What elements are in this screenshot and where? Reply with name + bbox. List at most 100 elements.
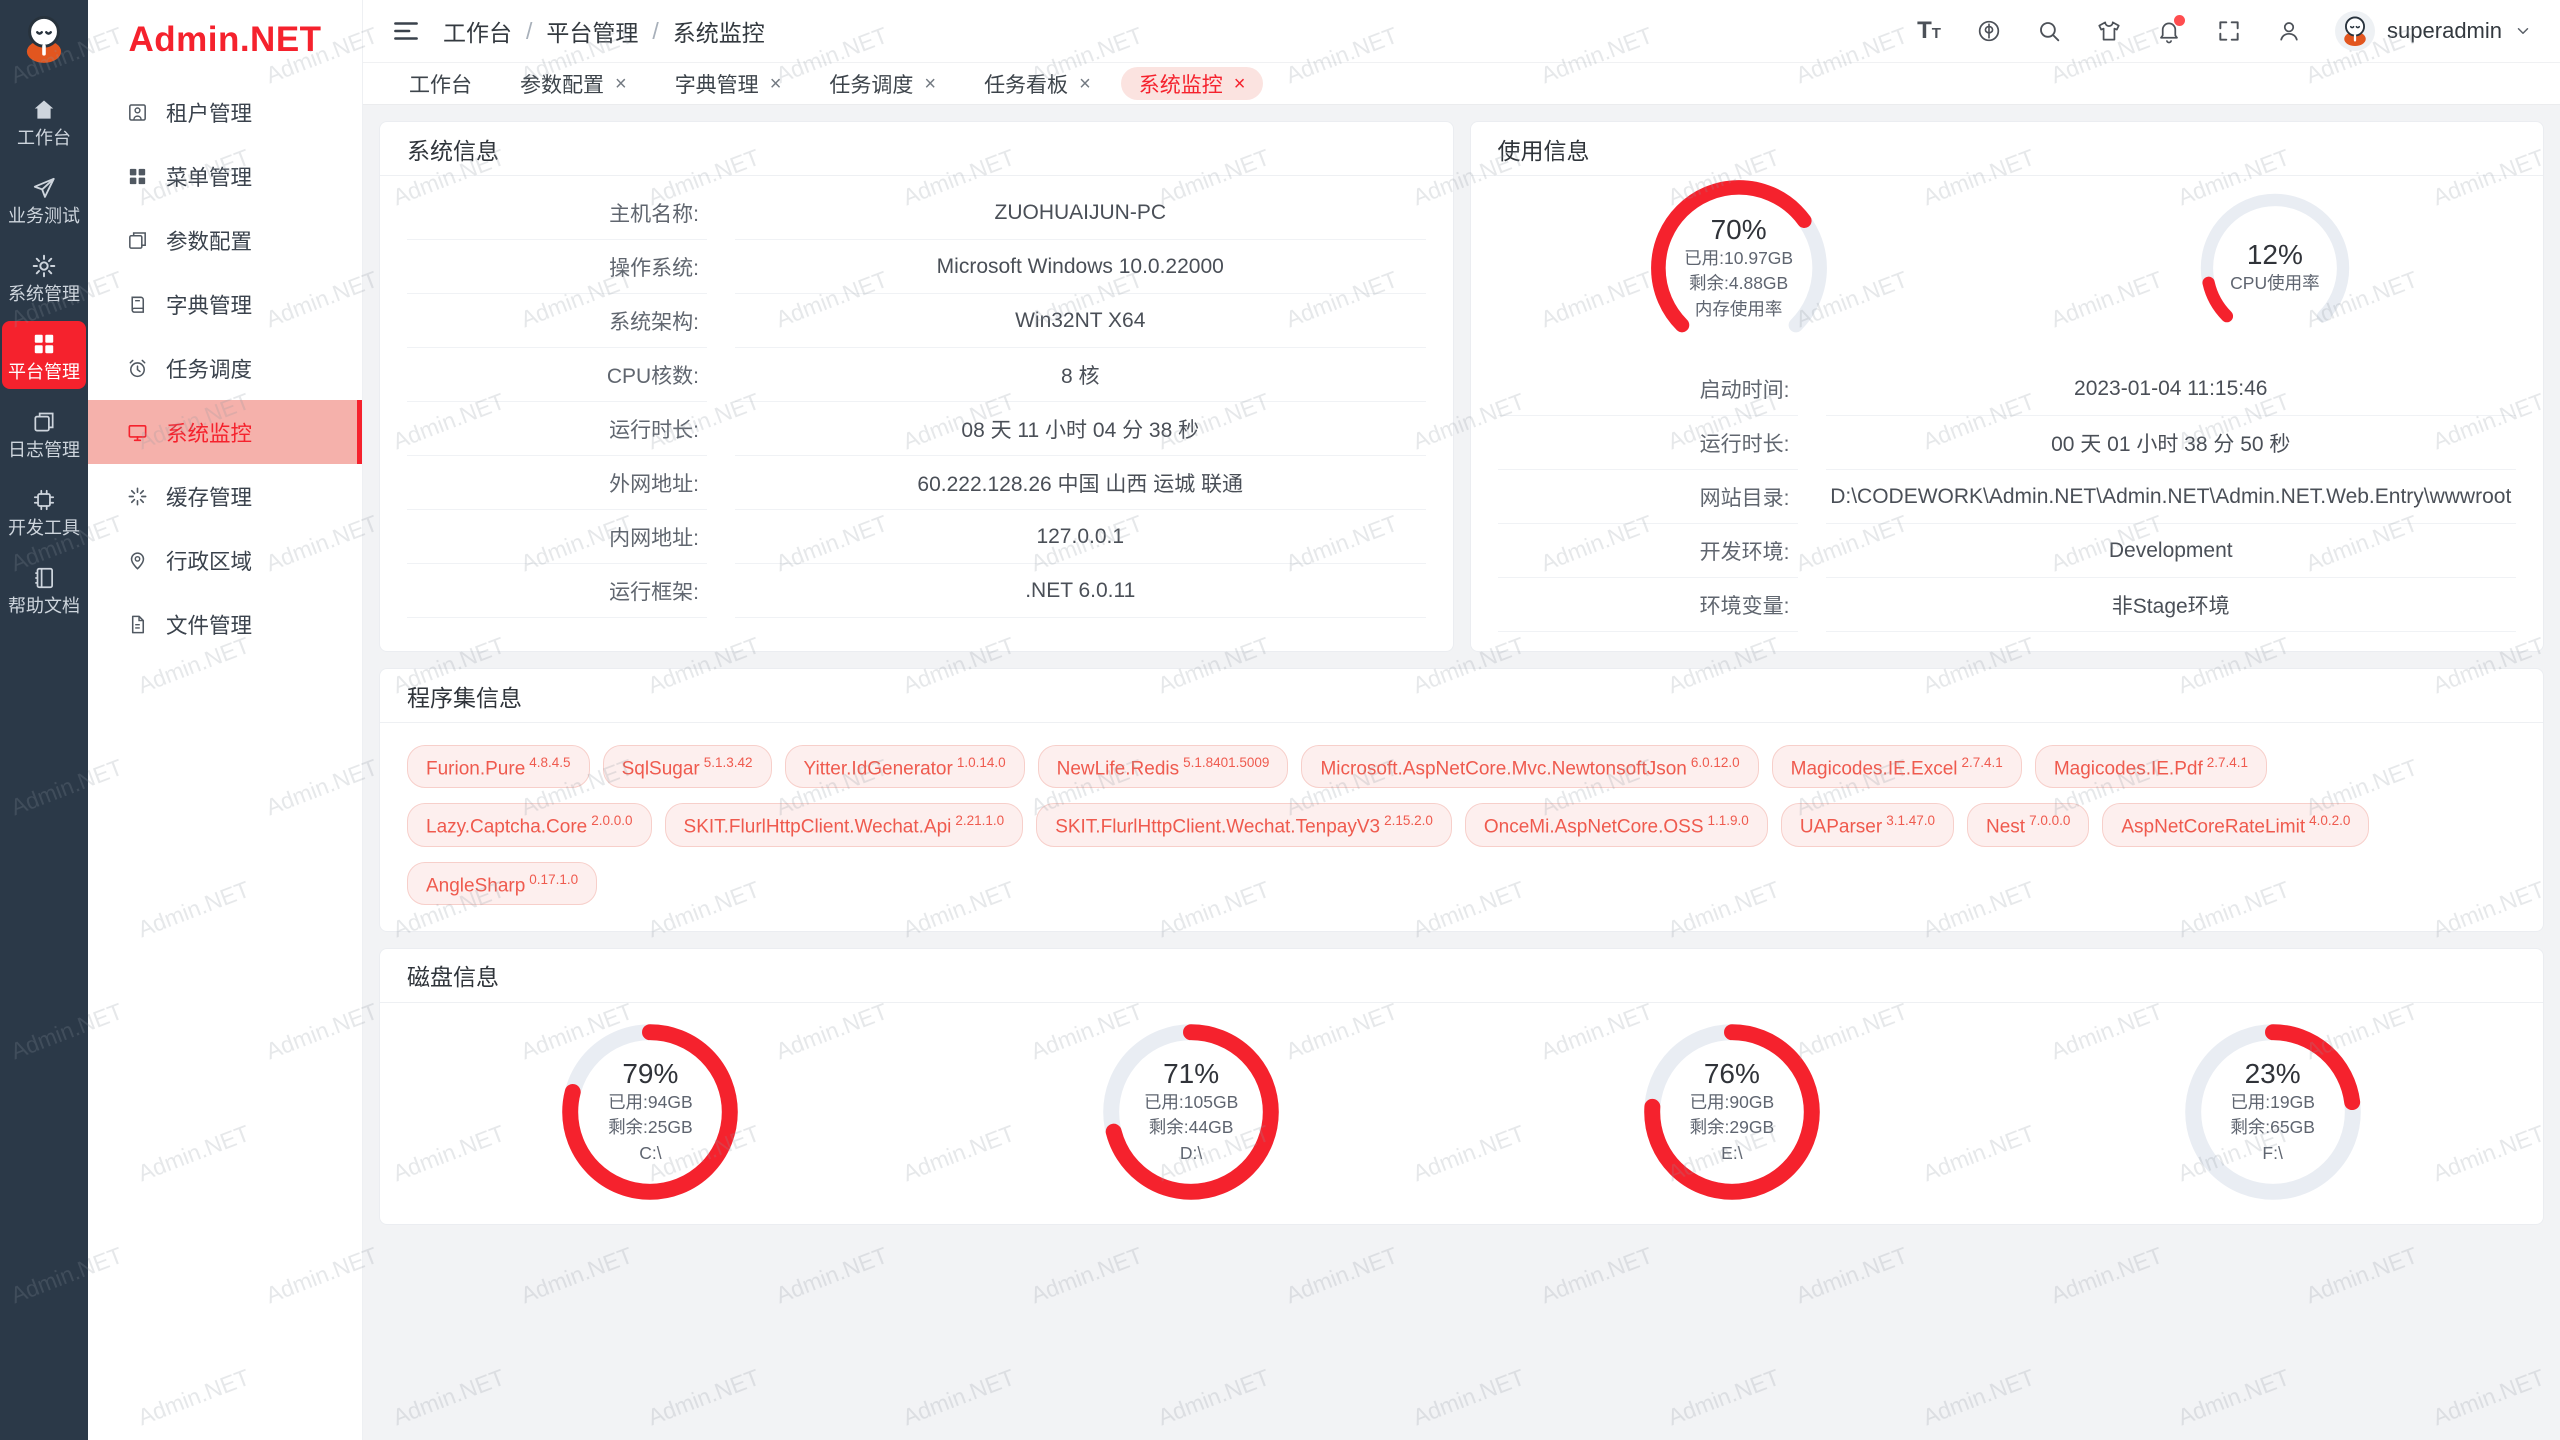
table-row: 网站目录: D:\CODEWORK\Admin.NET\Admin.NET\Ad… [1498,470,2517,524]
disk-gauge: 23% 已用:19GB 剩余:65GB F:\ [2178,1017,2368,1207]
sidebar-menu-item[interactable]: 系统监控 [88,400,362,464]
row-label: 环境变量: [1498,578,1798,632]
sidebar-menu-item[interactable]: 租户管理 [88,80,362,144]
sidebar-menu-icon [126,485,149,508]
sidebar-menu-item[interactable]: 任务调度 [88,336,362,400]
gauge-detail: 已用:10.97GB 剩余:4.88GB 内存使用率 [1684,246,1793,322]
rail-item[interactable]: 日志管理 [2,399,86,467]
chevron-down-icon [2514,22,2532,40]
rail-item-icon [31,565,57,591]
assembly-badge: Furion.Pure4.8.4.5 [407,745,590,788]
sidebar-menu-icon [126,101,149,124]
sidebar: Admin.NET 租户管理 菜单管理 参数配置 字典管理 任务调度 系统监控 [88,0,363,1440]
row-label: 外网地址: [407,456,707,510]
rail-item[interactable]: 开发工具 [2,477,86,545]
rail-item[interactable]: 帮助文档 [2,555,86,623]
table-row: 主机名称: ZUOHUAIJUN-PC [407,186,1426,240]
sidebar-menu-item[interactable]: 参数配置 [88,208,362,272]
sidebar-menu-label: 租户管理 [166,97,252,128]
page-tab[interactable]: 工作台 [391,67,490,100]
app-window: 工作台 业务测试 系统管理 平台管理 日志管理 开发工具 帮助文档 A [0,0,2560,1440]
tab-close-icon[interactable]: × [1079,74,1091,94]
fullscreen-icon[interactable] [2215,17,2243,45]
table-row: 运行时长: 00 天 01 小时 38 分 50 秒 [1498,416,2517,470]
sidebar-menu-icon [126,549,149,572]
sidebar-menu-item[interactable]: 菜单管理 [88,144,362,208]
tab-close-icon[interactable]: × [924,74,936,94]
rail-item[interactable]: 系统管理 [2,243,86,311]
rail-item[interactable]: 工作台 [2,87,86,155]
sidebar-menu-label: 字典管理 [166,289,252,320]
rail-item-label: 工作台 [17,129,71,147]
breadcrumb-item[interactable]: 工作台 [443,14,512,48]
assembly-badge: Magicodes.IE.Pdf2.7.4.1 [2035,745,2267,788]
tab-close-icon[interactable]: × [770,74,782,94]
sidebar-menu-icon [126,613,149,636]
usage-gauges: 70% 已用:10.97GB 剩余:4.88GB 内存使用率 12% [1471,176,2544,352]
assembly-badge: Microsoft.AspNetCore.Mvc.NewtonsoftJson6… [1301,745,1758,788]
page-tab[interactable]: 任务调度 × [811,67,954,100]
app-logo-mascot-icon[interactable] [17,12,71,66]
sidebar-menu-icon [126,357,149,380]
gauge-percent: 76% [1704,1058,1760,1090]
tab-close-icon[interactable]: × [1234,74,1246,94]
breadcrumb-item[interactable]: / 系统监控 [638,14,764,48]
row-value: 2023-01-04 11:15:46 [1826,362,2517,416]
table-row: 运行框架: .NET 6.0.11 [407,564,1426,618]
assembly-version: 2.7.4.1 [1962,755,2003,770]
page-tab-label: 任务看板 [984,69,1068,99]
row-value: 60.222.128.26 中国 山西 运城 联通 [735,456,1426,510]
font-size-icon[interactable]: TT [1915,17,1943,45]
breadcrumb-item[interactable]: / 平台管理 [512,14,638,48]
gauge-percent: 23% [2245,1058,2301,1090]
topbar: 工作台 / 平台管理 / 系统监控 TT [363,0,2560,62]
sidebar-menu-item[interactable]: 行政区域 [88,528,362,592]
assembly-badge: OnceMi.AspNetCore.OSS1.1.9.0 [1465,803,1768,846]
gauge-detail: 已用:90GB 剩余:29GB E:\ [1690,1090,1775,1166]
disk-gauges: 79% 已用:94GB 剩余:25GB C:\ 71% 已用:105GB 剩余:… [380,1003,2543,1207]
row-value: 127.0.0.1 [735,510,1426,564]
gauge-percent: 12% [2247,239,2303,271]
notification-bell-icon[interactable] [2155,17,2183,45]
sidebar-menu-item[interactable]: 字典管理 [88,272,362,336]
gauge-cell: 12% CPU使用率 [2007,187,2543,349]
assembly-version: 2.21.1.0 [955,813,1004,828]
page-tab[interactable]: 字典管理 × [657,67,800,100]
page-tab[interactable]: 参数配置 × [502,67,645,100]
breadcrumb-label: 平台管理 [546,14,638,48]
rail-item[interactable]: 平台管理 [2,321,86,389]
user-menu[interactable]: superadmin [2335,11,2532,51]
assembly-version: 2.7.4.1 [2207,755,2248,770]
rail-item-label: 开发工具 [8,519,80,537]
breadcrumb-separator: / [526,18,532,45]
row-value: .NET 6.0.11 [735,564,1426,618]
table-row: 开发环境: Development [1498,524,2517,578]
assembly-version: 1.0.14.0 [957,755,1006,770]
table-row: 启动时间: 2023-01-04 11:15:46 [1498,362,2517,416]
rail-item-icon [31,175,57,201]
page-tab[interactable]: 系统监控 × [1121,67,1264,100]
page-tab-label: 工作台 [409,69,472,99]
theme-skin-icon[interactable] [2095,17,2123,45]
usage-gauge: 12% CPU使用率 [2194,187,2356,349]
assembly-badge: NewLife.Redis5.1.8401.5009 [1038,745,1289,788]
sidebar-menu-item[interactable]: 缓存管理 [88,464,362,528]
language-icon[interactable] [1975,17,2003,45]
row-label: 运行时长: [407,402,707,456]
disk-gauge: 71% 已用:105GB 剩余:44GB D:\ [1096,1017,1286,1207]
search-icon[interactable] [2035,17,2063,45]
gauge-percent: 79% [622,1058,678,1090]
assembly-version: 5.1.3.42 [704,755,753,770]
tab-close-icon[interactable]: × [615,74,627,94]
rail-item-label: 日志管理 [8,441,80,459]
user-icon[interactable] [2275,17,2303,45]
page-tab[interactable]: 任务看板 × [966,67,1109,100]
page-tab-label: 任务调度 [829,69,913,99]
rail-item-icon [31,253,57,279]
breadcrumb-label: 系统监控 [673,14,765,48]
sidebar-menu-item[interactable]: 文件管理 [88,592,362,656]
assembly-version: 6.0.12.0 [1691,755,1740,770]
assembly-badge: AngleSharp0.17.1.0 [407,862,597,905]
collapse-menu-icon[interactable] [391,16,421,46]
rail-item[interactable]: 业务测试 [2,165,86,233]
